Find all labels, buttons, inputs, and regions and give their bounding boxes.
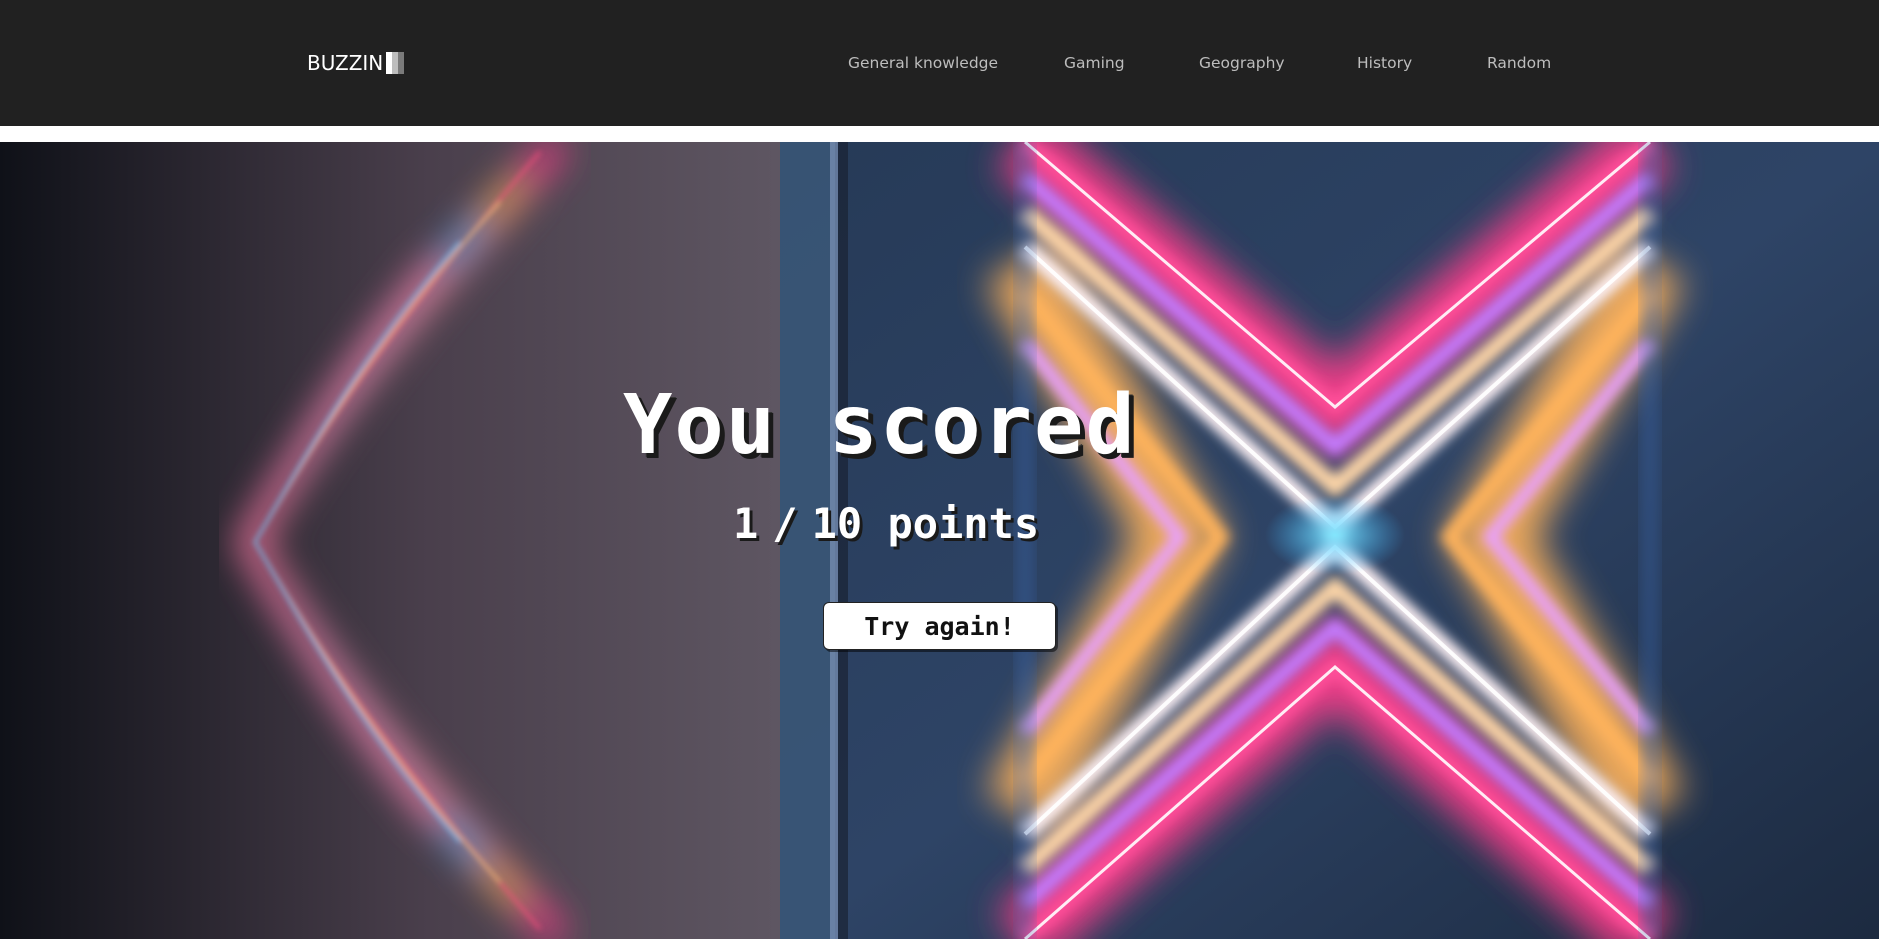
top-navbar: BUZZIN General knowledge Gaming Geograph…: [0, 0, 1879, 126]
try-again-button[interactable]: Try again!: [823, 602, 1056, 650]
nav-link-general-knowledge[interactable]: General knowledge: [848, 52, 998, 74]
nav-link-geography[interactable]: Geography: [1199, 52, 1285, 74]
nav-link-gaming[interactable]: Gaming: [1064, 52, 1125, 74]
brand-name: BUZZIN: [307, 51, 384, 75]
brand-logo-link[interactable]: BUZZIN: [307, 49, 405, 77]
score-display: 1 / 10 points: [733, 496, 1039, 552]
result-heading: You scored: [623, 378, 1137, 473]
signal-bars-icon: [386, 52, 405, 74]
nav-link-random[interactable]: Random: [1487, 52, 1551, 74]
nav-link-history[interactable]: History: [1357, 52, 1412, 74]
score-value: 1: [733, 499, 759, 548]
result-hero: You scored 1 / 10 points Try again!: [0, 142, 1879, 939]
score-separator: /: [772, 499, 798, 548]
header-divider: [0, 126, 1879, 142]
score-total: 10 points: [811, 499, 1040, 548]
